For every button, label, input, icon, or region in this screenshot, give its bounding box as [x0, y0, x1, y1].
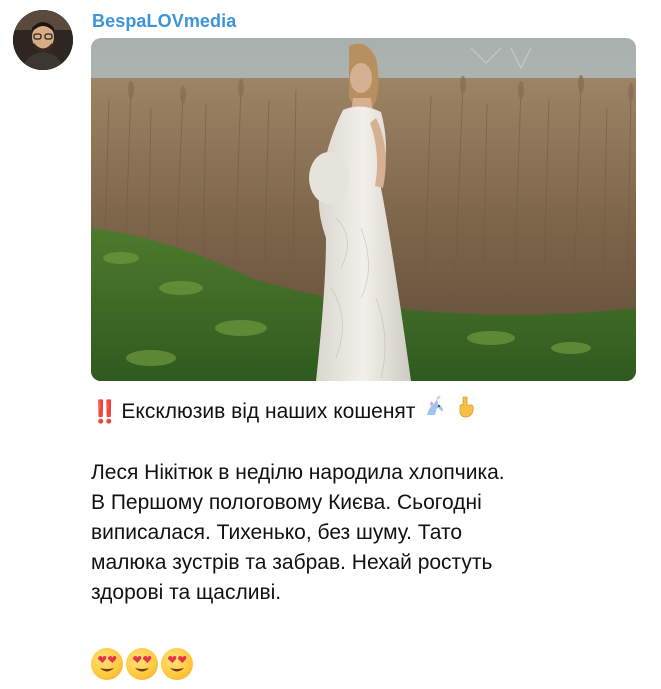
reaction-emoji-row [91, 648, 193, 680]
photo-image [91, 38, 636, 381]
body-line-4: малюка зустрів та забрав. Нехай ростуть [91, 551, 493, 574]
body-line-3: виписалася. Тихенько, без шуму. Тато [91, 521, 463, 544]
channel-avatar[interactable] [13, 10, 73, 70]
heart-eyes-icon [91, 648, 123, 680]
body-line-2: В Першому пологовому Києва. Сьогодні [91, 491, 482, 514]
avatar-icon [13, 10, 73, 70]
body-line-5: здорові та щасливі. [91, 581, 282, 604]
headline-text: Ексклюзив від наших кошенят [121, 399, 416, 423]
heart-eyes-icon [126, 648, 158, 680]
point-down-icon [455, 395, 477, 428]
heart-eyes-icon [161, 648, 193, 680]
body-line-1: Леся Нікітюк в неділю народила хлопчика. [91, 461, 505, 484]
channel-name[interactable]: BespaLOVmedia [92, 11, 236, 32]
post-photo[interactable] [91, 38, 636, 381]
post-text: ‼️ Ексклюзив від наших кошенят Леся Нікі… [91, 395, 651, 608]
double-exclamation-icon: ‼️ [91, 398, 118, 424]
unicorn-icon [423, 395, 447, 428]
post-headline: ‼️ Ексклюзив від наших кошенят [91, 395, 651, 428]
